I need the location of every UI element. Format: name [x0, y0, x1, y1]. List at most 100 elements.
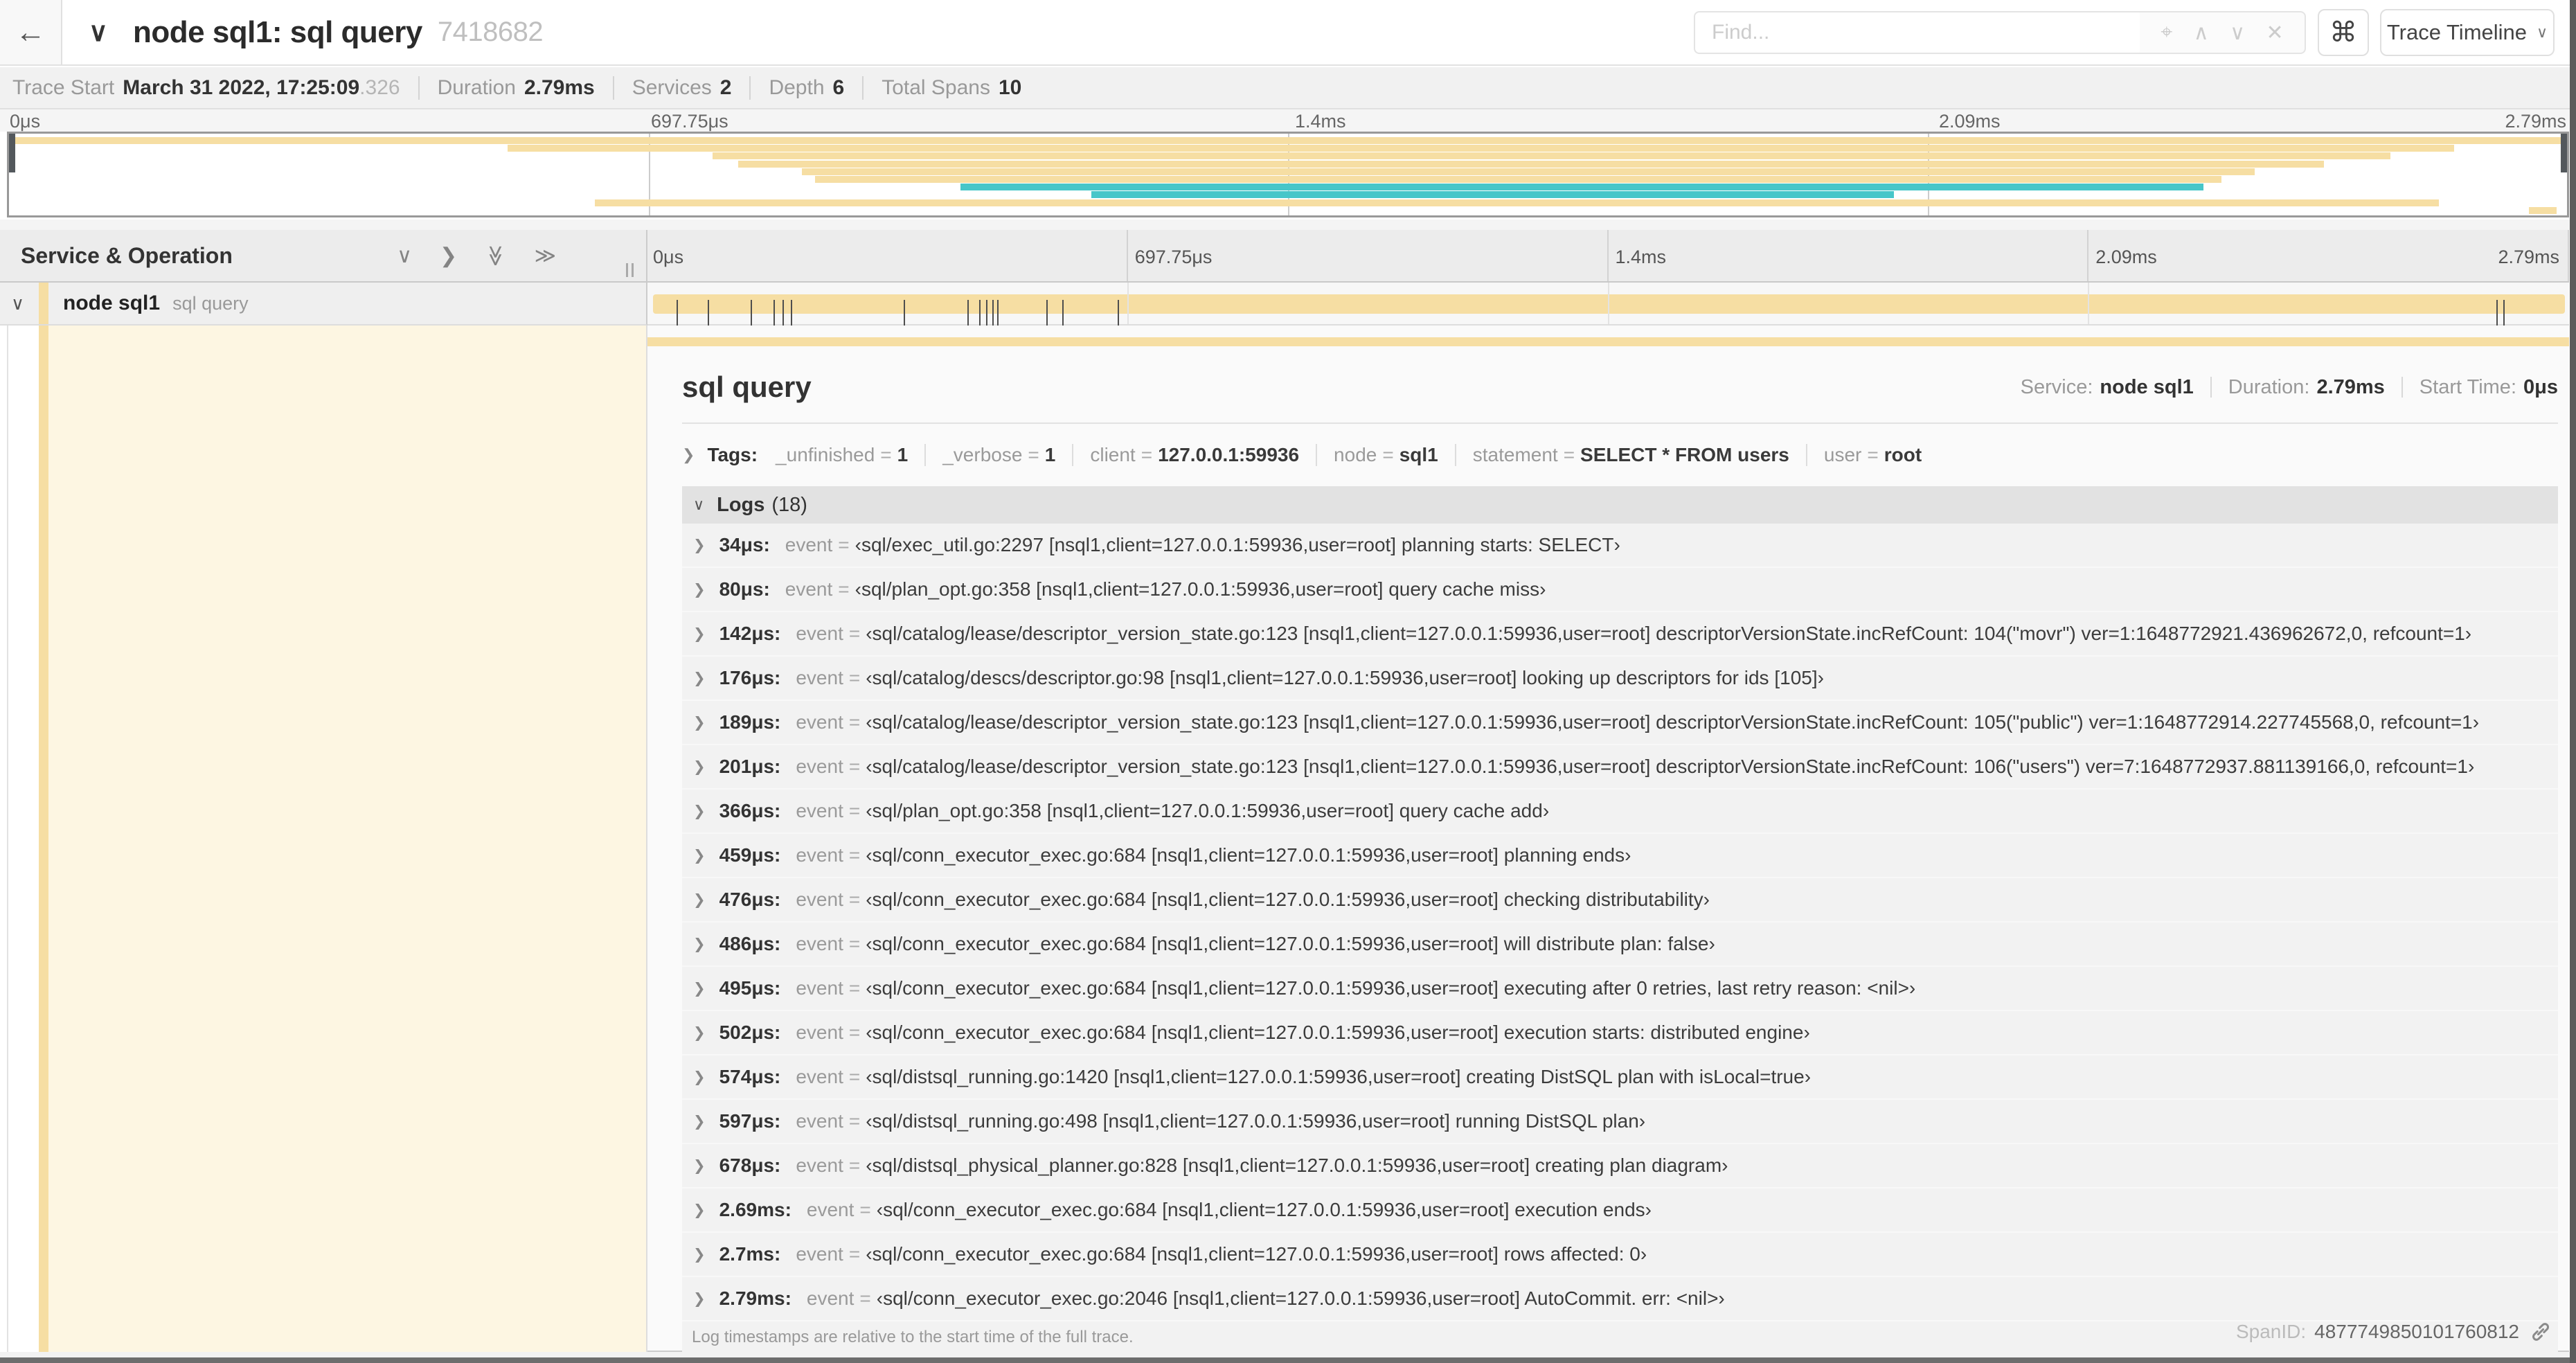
logs-header[interactable]: ∨ Logs (18): [682, 486, 2558, 524]
equals-sign: =: [859, 1199, 871, 1220]
log-field-key: event: [785, 578, 833, 600]
log-row[interactable]: ❯ 80μs: event = ‹sql/plan_opt.go:358 [nsql1,…: [682, 568, 2558, 612]
chevron-right-icon[interactable]: ❯: [693, 1246, 706, 1263]
log-timestamp: 476μs:: [719, 889, 781, 910]
chevron-right-icon[interactable]: ❯: [693, 1290, 706, 1308]
log-row[interactable]: ❯ 142μs: event = ‹sql/catalog/lease/descript…: [682, 612, 2558, 657]
service-operation-label: Service & Operation: [21, 242, 233, 268]
log-row[interactable]: ❯ 678μs: event = ‹sql/distsql_physical_plann…: [682, 1144, 2558, 1188]
chevron-right-icon[interactable]: ❯: [693, 1024, 706, 1042]
prev-match-icon[interactable]: ∧: [2194, 21, 2209, 45]
time-tick-label: 2.09ms: [2095, 247, 2157, 267]
chevron-right-icon[interactable]: ❯: [693, 891, 706, 909]
log-row[interactable]: ❯ 574μs: event = ‹sql/distsql_running.go:142…: [682, 1055, 2558, 1100]
chevron-right-icon[interactable]: ❯: [693, 537, 706, 554]
logs-label: Logs: [717, 493, 765, 516]
log-row[interactable]: ❯ 495μs: event = ‹sql/conn_executor_exec.go:…: [682, 967, 2558, 1011]
ruler-gridline: [1126, 230, 1128, 281]
locate-icon[interactable]: ⌖: [2161, 21, 2172, 44]
log-row[interactable]: ❯ 459μs: event = ‹sql/conn_executor_exec.go:…: [682, 834, 2558, 878]
double-chevron-right-icon[interactable]: ≫: [535, 244, 556, 268]
log-field-key: event: [796, 844, 843, 866]
minimap-canvas[interactable]: [7, 132, 2569, 217]
log-row[interactable]: ❯ 597μs: event = ‹sql/distsql_running.go:498…: [682, 1100, 2558, 1144]
log-row[interactable]: ❯ 2.7ms: event = ‹sql/conn_executor_exec.go:…: [682, 1233, 2558, 1277]
horizontal-scrollbar[interactable]: [0, 1357, 2576, 1363]
minimap-right-handle[interactable]: [2561, 134, 2567, 172]
equals-sign: =: [848, 711, 861, 733]
chevron-right-icon[interactable]: ❯: [693, 758, 706, 776]
divider: [612, 75, 614, 100]
log-field-key: event: [806, 1288, 855, 1309]
log-row[interactable]: ❯ 189μs: event = ‹sql/catalog/lease/descript…: [682, 701, 2558, 745]
chevron-right-icon[interactable]: ❯: [693, 936, 706, 953]
divider: [682, 422, 2558, 424]
minimap-span-bar: [1091, 191, 1895, 199]
minimap-tick-labels: 0μs 697.75μs 1.4ms 2.09ms 2.79ms: [0, 109, 2576, 132]
vertical-scrollbar[interactable]: [2570, 0, 2576, 1363]
meta-label: Start Time:: [2419, 375, 2516, 398]
log-row[interactable]: ❯ 2.69ms: event = ‹sql/conn_executor_exec.go…: [682, 1188, 2558, 1233]
log-row[interactable]: ❯ 34μs: event = ‹sql/exec_util.go:2297 [nsql…: [682, 524, 2558, 568]
minimap-left-handle[interactable]: [9, 134, 15, 172]
trace-view-selector[interactable]: Trace Timeline ∨: [2380, 9, 2555, 56]
chevron-right-icon[interactable]: ❯: [693, 1113, 706, 1130]
clear-search-icon[interactable]: ✕: [2266, 21, 2283, 45]
log-field-value: ‹sql/catalog/lease/descriptor_version_st…: [866, 623, 2472, 644]
chevron-right-icon[interactable]: ❯: [693, 625, 706, 643]
log-field-value: ‹sql/plan_opt.go:358 [nsql1,client=127.0…: [866, 800, 1550, 821]
chevron-right-icon[interactable]: ❯: [693, 980, 706, 997]
chevron-right-icon[interactable]: ❯: [693, 1157, 706, 1175]
chevron-right-icon[interactable]: ❯: [693, 714, 706, 731]
logs-count: (18): [771, 493, 807, 516]
summary-label: Total Spans: [882, 75, 990, 99]
trace-id: 7418682: [437, 17, 544, 47]
chevron-down-icon[interactable]: ∨: [397, 244, 412, 268]
log-row[interactable]: ❯ 476μs: event = ‹sql/conn_executor_exec.go:…: [682, 878, 2558, 923]
trace-summary: Trace Start March 31 2022, 17:25:09.326 Du…: [0, 67, 2576, 109]
span-row-track[interactable]: [647, 283, 2569, 332]
log-field-key: event: [796, 889, 843, 910]
log-row[interactable]: ❯ 176μs: event = ‹sql/catalog/descs/descript…: [682, 657, 2558, 701]
link-icon[interactable]: [2529, 1320, 2552, 1344]
span-id-label: SpanID:: [2235, 1321, 2307, 1342]
chevron-down-icon: ∨: [693, 496, 705, 513]
chevron-right-icon[interactable]: ❯: [693, 803, 706, 820]
chevron-right-icon[interactable]: ❯: [693, 670, 706, 687]
column-resizer-handle[interactable]: [626, 263, 634, 277]
keyboard-shortcuts-button[interactable]: ⌘: [2318, 9, 2369, 56]
trace-collapse-caret-icon[interactable]: ∨: [89, 0, 108, 64]
chevron-right-icon[interactable]: ❯: [693, 581, 706, 598]
span-collapse-caret-icon[interactable]: ∨: [11, 293, 24, 314]
chevron-right-icon[interactable]: ❯: [693, 1202, 706, 1219]
next-match-icon[interactable]: ∨: [2230, 21, 2245, 45]
double-chevron-down-icon[interactable]: ≫: [483, 244, 508, 266]
find-input[interactable]: [1694, 11, 2140, 54]
minimap-span-bar: [960, 184, 2204, 191]
equals-sign: =: [848, 800, 861, 821]
log-row[interactable]: ❯ 201μs: event = ‹sql/catalog/lease/descript…: [682, 745, 2558, 790]
time-tick-label: 697.75μs: [1134, 247, 1213, 267]
ruler-gridline: [2087, 230, 2089, 281]
chevron-right-icon[interactable]: ❯: [440, 244, 457, 268]
log-row[interactable]: ❯ 2.79ms: event = ‹sql/conn_executor_exec.go…: [682, 1277, 2558, 1321]
log-row[interactable]: ❯ 502μs: event = ‹sql/conn_executor_exec.go:…: [682, 1011, 2558, 1055]
page-title: node sql1: sql query 7418682: [133, 0, 544, 64]
log-row[interactable]: ❯ 486μs: event = ‹sql/conn_executor_exec.go:…: [682, 923, 2558, 967]
summary-label: Services: [632, 75, 712, 99]
span-id-row: SpanID: 4877749850101760812: [2236, 1320, 2552, 1344]
minimap-span-bar: [814, 176, 2222, 183]
span-row-label[interactable]: ∨ node sql1 sql query: [0, 283, 647, 326]
equals-sign: =: [848, 1110, 861, 1132]
ruler-gridline: [2568, 230, 2569, 281]
summary-value: 10: [998, 75, 1022, 99]
span-duration-bar[interactable]: [653, 294, 2565, 332]
log-row[interactable]: ❯ 366μs: event = ‹sql/plan_opt.go:358 [nsql1…: [682, 790, 2558, 834]
divider: [2210, 377, 2212, 398]
chevron-right-icon[interactable]: ❯: [693, 847, 706, 864]
meta-label: Duration:: [2228, 375, 2310, 398]
back-button[interactable]: ←: [0, 0, 62, 64]
log-field-key: event: [806, 1199, 855, 1220]
log-timestamp: 201μs:: [719, 756, 781, 777]
chevron-right-icon[interactable]: ❯: [693, 1069, 706, 1086]
